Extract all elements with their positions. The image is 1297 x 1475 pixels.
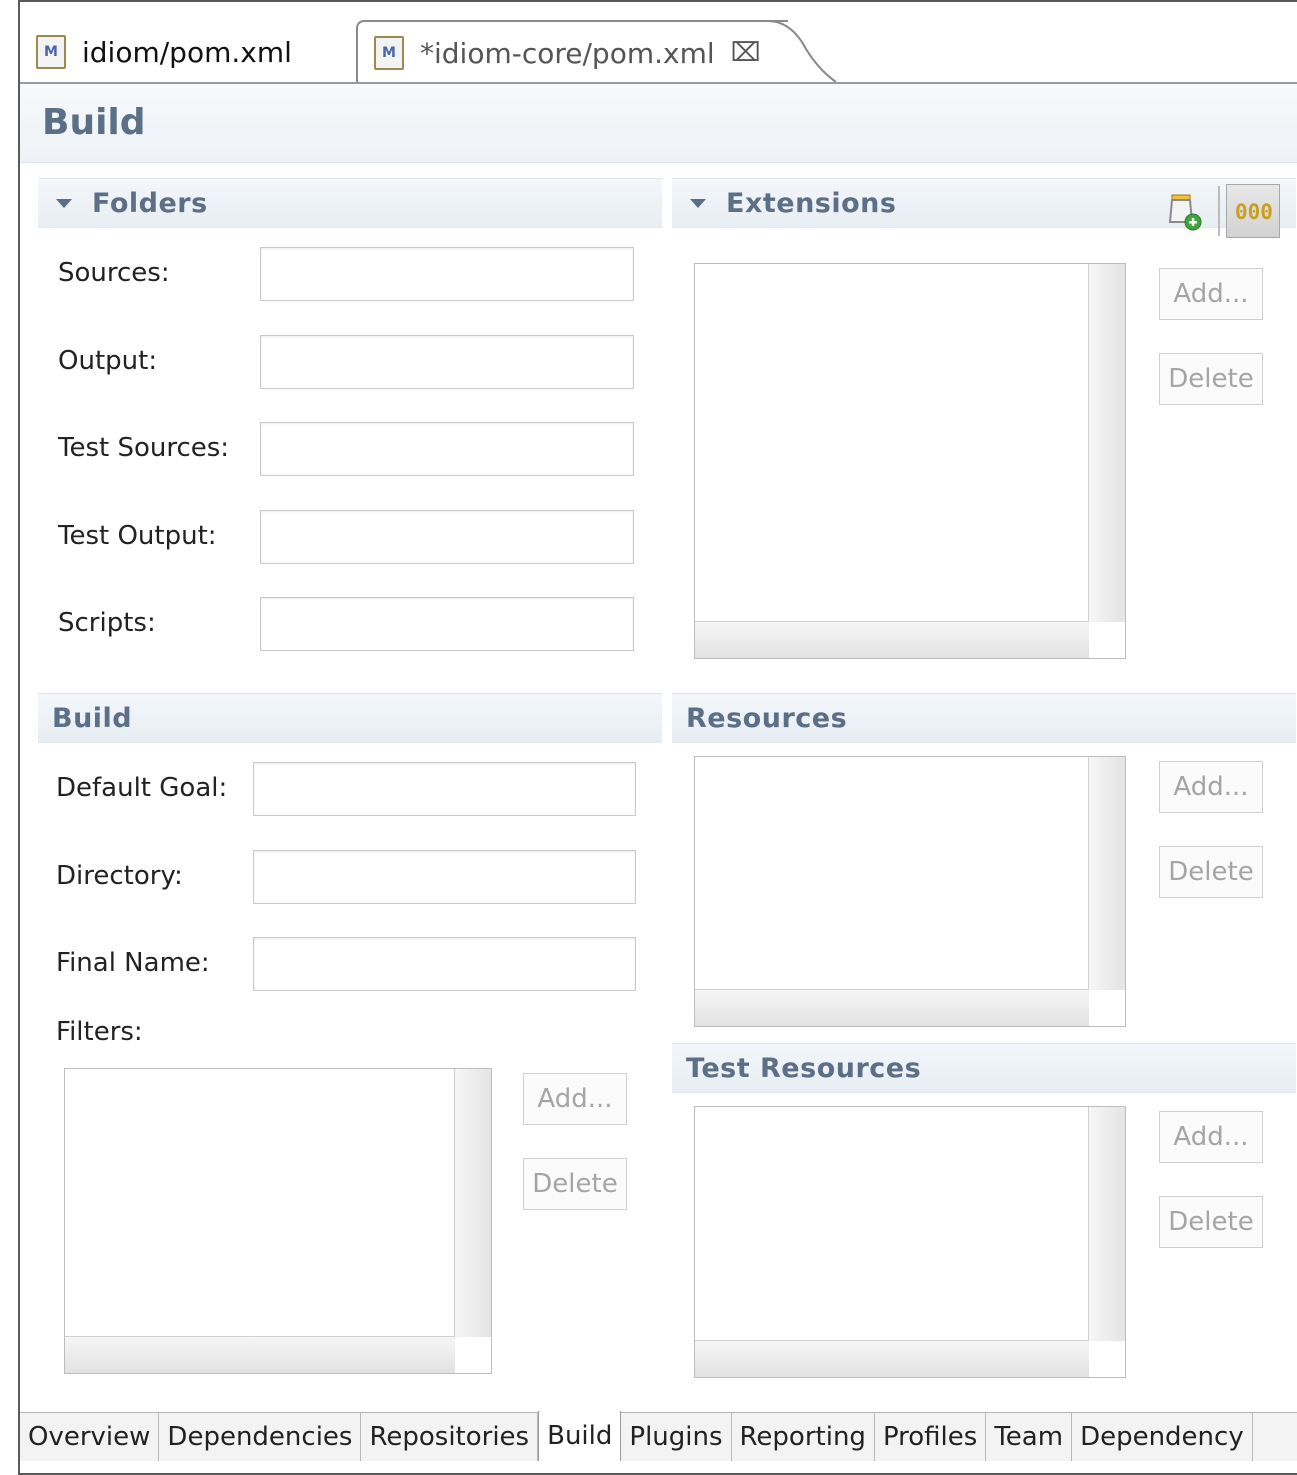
resources-add-button[interactable]: Add... — [1159, 761, 1263, 813]
page-tab-team[interactable]: Team — [986, 1413, 1073, 1461]
page-tab-profiles[interactable]: Profiles — [874, 1413, 987, 1461]
directory-input[interactable] — [253, 850, 636, 904]
directory-label: Directory: — [56, 861, 183, 891]
page-header: Build — [20, 84, 1297, 163]
page-title: Build — [42, 102, 146, 143]
page-tab-plugins[interactable]: Plugins — [621, 1413, 732, 1461]
folders-section-header[interactable]: Folders — [38, 178, 662, 228]
toolbar-separator — [1218, 186, 1220, 236]
page-tab-reporting[interactable]: Reporting — [731, 1413, 875, 1461]
sources-label: Sources: — [58, 258, 170, 288]
page-tab-overview[interactable]: Overview — [20, 1413, 160, 1461]
page-tab-build[interactable]: Build — [538, 1411, 622, 1461]
vertical-scrollbar[interactable] — [1088, 1107, 1125, 1341]
test-sources-label: Test Sources: — [58, 433, 230, 463]
build-section-title: Build — [52, 702, 133, 734]
test-resources-section-header: Test Resources — [672, 1043, 1296, 1093]
filters-delete-button[interactable]: Delete — [523, 1158, 627, 1210]
test-resources-list[interactable] — [694, 1106, 1126, 1378]
vertical-scrollbar[interactable] — [1088, 757, 1125, 990]
pom-editor: M idiom/pom.xml M *idiom-core/pom.xml ⌧ … — [18, 0, 1297, 1475]
test-resources-title: Test Resources — [686, 1052, 922, 1084]
scripts-label: Scripts: — [58, 608, 156, 638]
filters-add-button[interactable]: Add... — [523, 1073, 627, 1125]
expand-twisty-icon[interactable] — [690, 198, 706, 208]
test-sources-input[interactable] — [260, 422, 634, 476]
show-groupid-toggle[interactable]: 000 — [1226, 184, 1280, 238]
page-tab-dependencies[interactable]: Dependencies — [159, 1413, 362, 1461]
vertical-scrollbar[interactable] — [1088, 264, 1125, 622]
page-tab-dependency[interactable]: Dependency — [1072, 1413, 1253, 1461]
output-label: Output: — [58, 346, 158, 376]
editor-tab-idiom-pom[interactable]: M idiom/pom.xml — [20, 22, 359, 82]
maven-file-icon: M — [374, 36, 404, 70]
extensions-delete-button[interactable]: Delete — [1159, 353, 1263, 405]
extensions-add-button[interactable]: Add... — [1159, 268, 1263, 320]
horizontal-scrollbar[interactable] — [695, 1340, 1089, 1377]
test-output-label: Test Output: — [58, 521, 217, 551]
resources-list[interactable] — [694, 756, 1126, 1027]
test-resources-delete-button[interactable]: Delete — [1159, 1196, 1263, 1248]
default-goal-input[interactable] — [253, 762, 636, 816]
editor-tab-bar: M idiom/pom.xml M *idiom-core/pom.xml ⌧ — [20, 2, 1297, 84]
default-goal-label: Default Goal: — [56, 773, 228, 803]
editor-tab-idiom-core-pom[interactable]: M *idiom-core/pom.xml ⌧ — [356, 20, 788, 84]
tab-curve — [768, 20, 837, 83]
resources-delete-button[interactable]: Delete — [1159, 846, 1263, 898]
editor-tab-label: idiom/pom.xml — [82, 35, 292, 69]
test-output-input[interactable] — [260, 510, 634, 564]
folders-title: Folders — [92, 187, 208, 219]
add-extension-icon[interactable] — [1166, 192, 1206, 234]
final-name-label: Final Name: — [56, 948, 210, 978]
output-input[interactable] — [260, 335, 634, 389]
horizontal-scrollbar[interactable] — [65, 1336, 455, 1373]
maven-file-icon: M — [36, 35, 66, 69]
editor-tab-label: *idiom-core/pom.xml — [420, 36, 715, 70]
close-icon[interactable]: ⌧ — [731, 38, 761, 68]
editor-page-tabs: Overview Dependencies Repositories Build… — [20, 1411, 1297, 1461]
resources-title: Resources — [686, 702, 848, 734]
vertical-scrollbar[interactable] — [454, 1069, 491, 1337]
horizontal-scrollbar[interactable] — [695, 621, 1089, 658]
extensions-title: Extensions — [726, 187, 897, 219]
final-name-input[interactable] — [253, 937, 636, 991]
page-tab-repositories[interactable]: Repositories — [361, 1413, 539, 1461]
build-section-header: Build — [38, 693, 662, 743]
filters-list[interactable] — [64, 1068, 492, 1374]
scripts-input[interactable] — [260, 597, 634, 651]
sources-input[interactable] — [260, 247, 634, 301]
filters-label: Filters: — [56, 1017, 143, 1047]
resources-section-header: Resources — [672, 693, 1296, 743]
horizontal-scrollbar[interactable] — [695, 989, 1089, 1026]
show-groupid-icon: 000 — [1235, 200, 1273, 224]
test-resources-add-button[interactable]: Add... — [1159, 1111, 1263, 1163]
extensions-list[interactable] — [694, 263, 1126, 659]
svg-text:000: 000 — [1235, 200, 1273, 224]
expand-twisty-icon[interactable] — [56, 198, 72, 208]
